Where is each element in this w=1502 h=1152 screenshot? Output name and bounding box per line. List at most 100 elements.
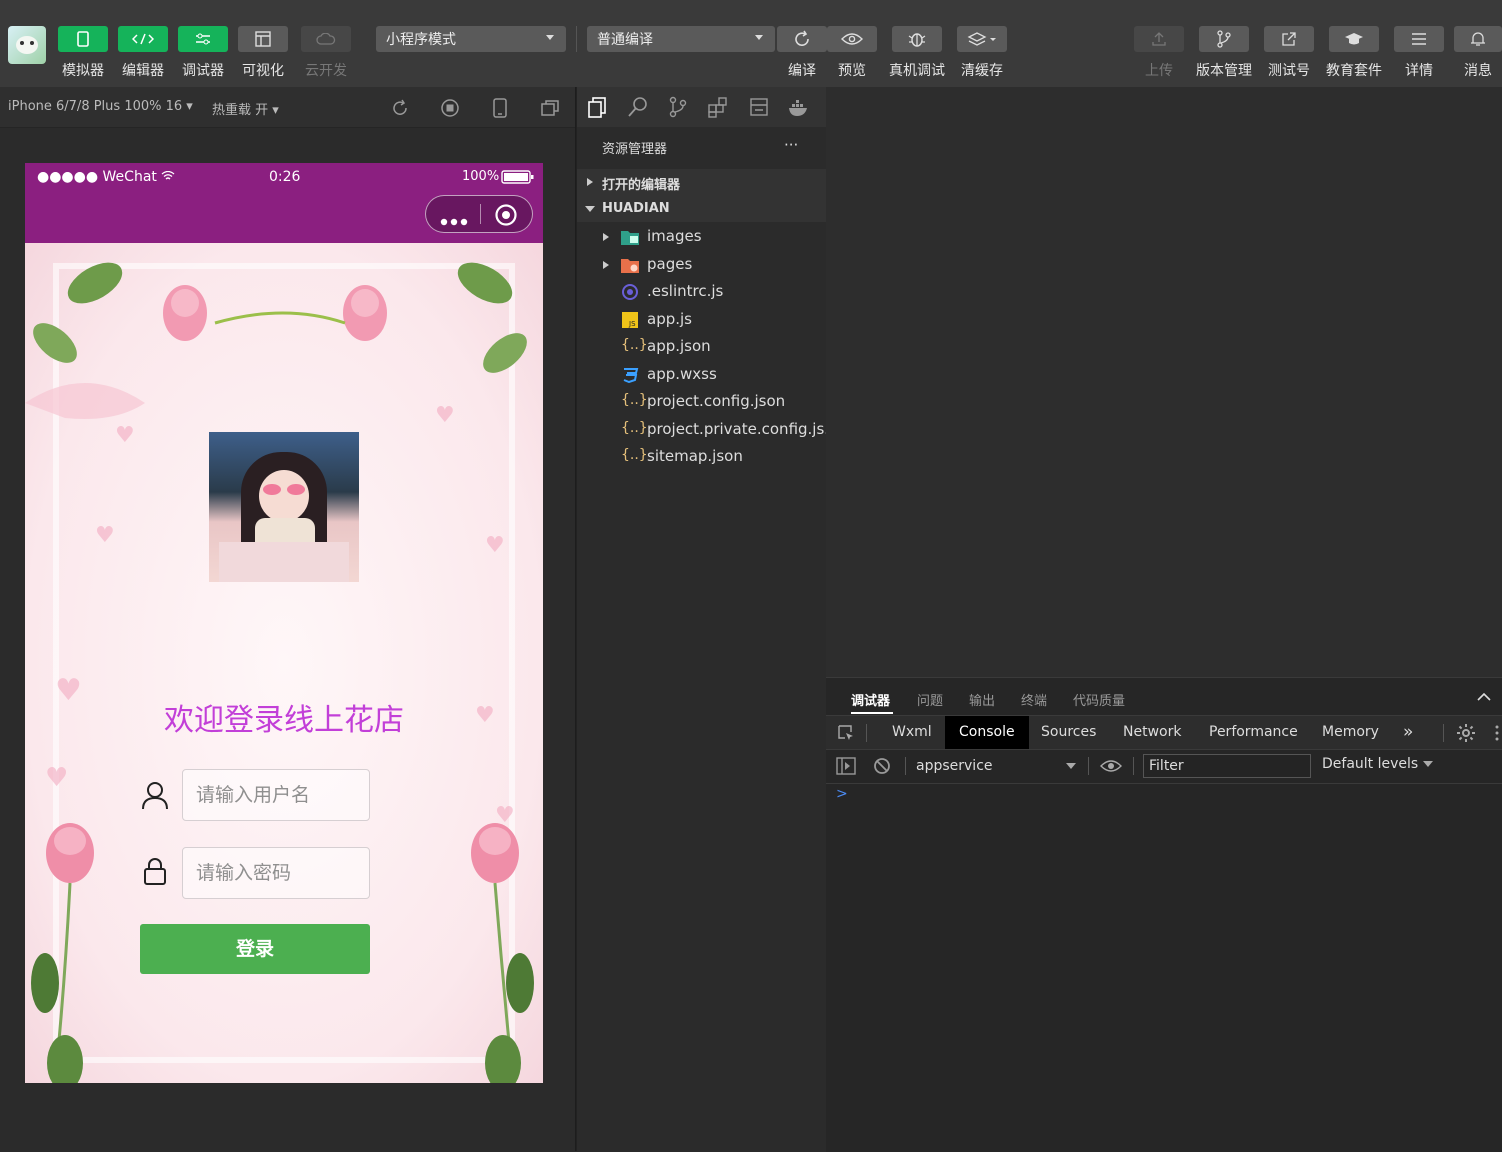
device-select-value: iPhone 6/7/8 Plus 100% 16 <box>8 99 183 114</box>
tab-output[interactable]: 输出 <box>969 690 995 709</box>
upload-button[interactable] <box>1134 26 1184 52</box>
tab-console[interactable]: Console <box>945 716 1029 749</box>
login-page-background: ♥ ♥ ♥ ♥ ♥ ♥ ♥ ♥ 欢迎登录线上花店 请输入用户名 请输入密码 登录 <box>25 243 543 1083</box>
files-icon[interactable] <box>587 96 609 118</box>
login-button[interactable]: 登录 <box>140 924 370 974</box>
app-avatar[interactable] <box>8 26 46 64</box>
open-editors-section[interactable]: 打开的编辑器 <box>577 169 826 196</box>
tree-item-project-config[interactable]: {..} project.config.json <box>577 389 826 415</box>
tab-sources[interactable]: Sources <box>1027 716 1110 749</box>
avatar-image <box>209 432 359 582</box>
vertical-more-icon[interactable] <box>1494 725 1500 741</box>
close-miniprogram-icon[interactable] <box>494 203 518 227</box>
tree-item-pages[interactable]: pages <box>577 252 826 278</box>
version-control-button[interactable] <box>1199 26 1249 52</box>
stop-icon[interactable] <box>440 98 460 118</box>
capsule-menu <box>425 195 533 233</box>
phone-rotate-icon[interactable] <box>491 98 509 118</box>
clear-console-icon[interactable] <box>873 757 891 775</box>
more-dots-icon[interactable] <box>440 211 470 230</box>
tree-item-label: app.js <box>647 310 692 328</box>
test-account-button[interactable] <box>1264 26 1314 52</box>
eye-icon <box>841 33 863 45</box>
pages-folder-icon <box>621 259 639 273</box>
search-icon[interactable] <box>627 96 649 118</box>
reload-icon[interactable] <box>390 98 410 118</box>
tab-network[interactable]: Network <box>1109 716 1195 749</box>
project-section[interactable]: HUADIAN <box>577 196 826 222</box>
more-tabs-button[interactable]: » <box>1389 716 1427 749</box>
chevron-down-icon <box>1422 761 1433 767</box>
storage-icon[interactable] <box>749 96 771 118</box>
tab-code-quality[interactable]: 代码质量 <box>1073 690 1125 709</box>
time-text: 0:26 <box>269 169 301 185</box>
code-icon <box>132 33 154 45</box>
eye-icon[interactable] <box>1100 759 1122 773</box>
detach-window-icon[interactable] <box>540 98 560 118</box>
active-tab-underline <box>851 712 893 714</box>
source-control-icon[interactable] <box>667 96 689 118</box>
console-prompt[interactable]: > <box>836 786 848 802</box>
username-input[interactable]: 请输入用户名 <box>182 769 370 821</box>
remote-debug-button[interactable] <box>892 26 942 52</box>
filter-divider <box>905 757 906 775</box>
context-select[interactable]: appservice <box>916 755 1076 777</box>
password-input[interactable]: 请输入密码 <box>182 847 370 899</box>
cloud-dev-button[interactable] <box>301 26 351 52</box>
education-kit-button[interactable] <box>1329 26 1379 52</box>
tree-item-images[interactable]: images <box>577 224 826 250</box>
sidebar-toggle-icon[interactable] <box>836 757 856 775</box>
sliders-icon <box>196 33 210 45</box>
compile-mode-select[interactable]: 普通编译 <box>587 26 775 52</box>
extensions-icon[interactable] <box>707 96 729 118</box>
device-select[interactable]: iPhone 6/7/8 Plus 100% 16 ▾ <box>8 99 193 114</box>
phone-icon <box>77 31 89 47</box>
simulator-toggle-button[interactable] <box>58 26 108 52</box>
log-levels-select[interactable]: Default levels <box>1322 756 1433 772</box>
tab-terminal[interactable]: 终端 <box>1021 690 1047 709</box>
mode-select[interactable]: 小程序模式 <box>376 26 566 52</box>
phone-screen: ●●●●● WeChat 0:26 100% ♥ ♥ ♥ ♥ ♥ ♥ ♥ ♥ 欢… <box>25 163 543 1083</box>
chevron-up-icon[interactable] <box>1477 692 1491 702</box>
upload-label: 上传 <box>1145 63 1173 79</box>
docker-icon[interactable] <box>787 96 809 118</box>
tree-item-eslintrc[interactable]: .eslintrc.js <box>577 279 826 305</box>
tree-item-project-private-config[interactable]: {..} project.private.config.js... <box>577 417 839 443</box>
remote-debug-label: 真机调试 <box>889 63 945 79</box>
gear-icon[interactable] <box>1456 723 1476 743</box>
tab-memory[interactable]: Memory <box>1308 716 1393 749</box>
tab-problems[interactable]: 问题 <box>917 690 943 709</box>
filter-input[interactable]: Filter <box>1143 754 1311 778</box>
tree-item-sitemap[interactable]: {..} sitemap.json <box>577 444 826 470</box>
graduation-cap-icon <box>1345 33 1363 45</box>
tab-performance[interactable]: Performance <box>1195 716 1312 749</box>
clear-cache-label: 清缓存 <box>961 63 1003 79</box>
file-explorer: 资源管理器 ··· 打开的编辑器 HUADIAN images pages .e… <box>576 87 839 1151</box>
tree-item-app-wxss[interactable]: app.wxss <box>577 362 826 388</box>
preview-button[interactable] <box>827 26 877 52</box>
explorer-title: 资源管理器 <box>602 142 668 157</box>
lock-icon <box>144 858 166 885</box>
editor-area <box>826 87 1502 677</box>
heart-decoration: ♥ <box>495 803 515 828</box>
tree-item-app-json[interactable]: {..} app.json <box>577 334 826 360</box>
inspect-element-icon[interactable] <box>837 724 855 742</box>
menu-icon <box>1412 33 1426 45</box>
debugger-toggle-button[interactable] <box>178 26 228 52</box>
explorer-more-button[interactable]: ··· <box>784 136 798 154</box>
open-editors-label: 打开的编辑器 <box>602 178 681 193</box>
education-kit-label: 教育套件 <box>1326 63 1382 79</box>
editor-toggle-button[interactable] <box>118 26 168 52</box>
details-button[interactable] <box>1394 26 1444 52</box>
hot-reload-toggle[interactable]: 热重载 开 ▾ <box>212 99 279 118</box>
visual-toggle-button[interactable] <box>238 26 288 52</box>
compile-button[interactable] <box>777 26 827 52</box>
tree-item-label: project.private.config.js... <box>647 420 839 438</box>
compile-label: 编译 <box>788 63 816 79</box>
messages-button[interactable] <box>1454 26 1502 52</box>
tree-item-app-js[interactable]: JS app.js <box>577 307 826 333</box>
clear-cache-button[interactable] <box>957 26 1007 52</box>
tab-wxml[interactable]: Wxml <box>878 716 946 749</box>
bug-icon <box>908 33 926 47</box>
tab-debugger[interactable]: 调试器 <box>851 690 890 709</box>
